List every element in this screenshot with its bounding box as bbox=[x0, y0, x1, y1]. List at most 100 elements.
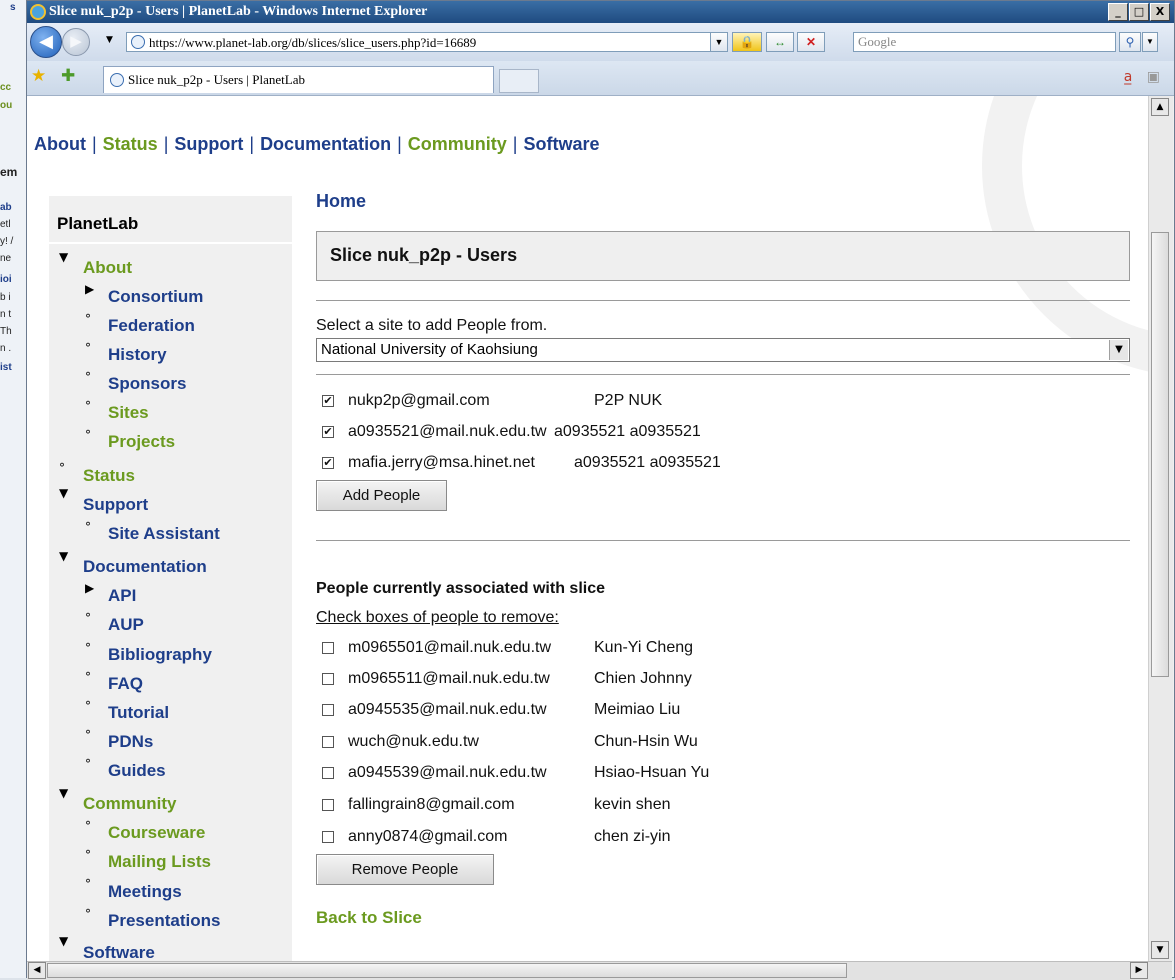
maximize-button[interactable]: □ bbox=[1129, 3, 1149, 21]
divider bbox=[316, 374, 1130, 375]
lock-icon[interactable]: 🔒 bbox=[732, 32, 762, 52]
bullet-icon: ° bbox=[85, 699, 91, 713]
add-person-checkbox[interactable]: ✔ bbox=[322, 426, 334, 438]
bg-fragment: em bbox=[0, 165, 18, 179]
add-person-checkbox[interactable]: ✔ bbox=[322, 457, 334, 469]
breadcrumb-home[interactable]: Home bbox=[316, 191, 366, 212]
new-tab-button[interactable] bbox=[499, 69, 539, 93]
sidebar-item-mailing-lists[interactable]: Mailing Lists bbox=[108, 852, 211, 872]
scrollbar-thumb[interactable] bbox=[1151, 232, 1169, 677]
address-dropdown-icon[interactable]: ▼ bbox=[710, 32, 728, 52]
add-people-button[interactable]: Add People bbox=[316, 480, 447, 511]
search-input[interactable]: Google bbox=[853, 32, 1116, 52]
history-dropdown-icon[interactable]: ▼ bbox=[106, 35, 113, 45]
remove-person-checkbox[interactable] bbox=[322, 799, 334, 811]
address-url: https://www.planet-lab.org/db/slices/sli… bbox=[149, 35, 477, 50]
sidebar-item-api[interactable]: API bbox=[108, 586, 136, 606]
scroll-right-icon[interactable]: ▶ bbox=[1130, 962, 1148, 979]
sidebar-item-presentations[interactable]: Presentations bbox=[108, 911, 220, 931]
add-favorite-icon[interactable]: ✚ bbox=[61, 66, 75, 86]
translate-icon[interactable]: a̲ bbox=[1124, 69, 1133, 85]
bullet-icon: ° bbox=[85, 520, 91, 534]
sidebar-item-meetings[interactable]: Meetings bbox=[108, 882, 182, 902]
sidebar-item-tutorial[interactable]: Tutorial bbox=[108, 703, 169, 723]
scroll-down-icon[interactable]: ▼ bbox=[1151, 941, 1169, 959]
refresh-icon[interactable]: ↔ bbox=[766, 32, 794, 52]
sidebar-item-software[interactable]: Software bbox=[83, 943, 155, 961]
remove-person-checkbox[interactable] bbox=[322, 831, 334, 843]
forward-arrow-icon[interactable]: ▶ bbox=[62, 28, 90, 56]
separator: | bbox=[249, 134, 255, 154]
bullet-icon: ° bbox=[85, 370, 91, 384]
remove-person-checkbox[interactable] bbox=[322, 736, 334, 748]
sidebar-item-about[interactable]: About bbox=[83, 258, 132, 278]
separator: | bbox=[397, 134, 402, 154]
title-bar: Slice nuk_p2p - Users | PlanetLab - Wind… bbox=[27, 1, 1174, 23]
sidebar-item-faq[interactable]: FAQ bbox=[108, 674, 143, 694]
person-name: Kun-Yi Cheng bbox=[594, 639, 694, 656]
topnav-about[interactable]: About bbox=[34, 134, 86, 154]
bullet-icon: ° bbox=[85, 611, 91, 625]
remove-person-checkbox[interactable] bbox=[322, 767, 334, 779]
tab-current[interactable]: Slice nuk_p2p - Users | PlanetLab bbox=[103, 66, 494, 93]
bg-fragment: ab bbox=[0, 202, 12, 213]
scrollbar-thumb[interactable] bbox=[47, 963, 847, 978]
bullet-icon: ° bbox=[85, 641, 91, 655]
address-input[interactable]: https://www.planet-lab.org/db/slices/sli… bbox=[126, 32, 712, 52]
sidebar-item-projects[interactable]: Projects bbox=[108, 432, 175, 452]
sidebar-item-consortium[interactable]: Consortium bbox=[108, 287, 203, 307]
topnav-documentation[interactable]: Documentation bbox=[260, 134, 391, 154]
bg-fragment: ou bbox=[0, 100, 13, 111]
sidebar-item-federation[interactable]: Federation bbox=[108, 316, 195, 336]
sidebar-item-history[interactable]: History bbox=[108, 345, 167, 365]
vertical-scrollbar[interactable]: ▲ ▼ bbox=[1148, 96, 1173, 961]
feeds-icon[interactable]: ▣ bbox=[1147, 69, 1160, 85]
bg-fragment: y! / bbox=[0, 236, 14, 247]
remove-people-button[interactable]: Remove People bbox=[316, 854, 494, 885]
sidebar-item-site-assistant[interactable]: Site Assistant bbox=[108, 524, 220, 544]
sidebar-item-courseware[interactable]: Courseware bbox=[108, 823, 205, 843]
back-arrow-icon[interactable]: ◀ bbox=[30, 26, 62, 58]
topnav-support[interactable]: Support bbox=[174, 134, 243, 154]
separator: | bbox=[163, 134, 169, 154]
scroll-left-icon[interactable]: ◀ bbox=[28, 962, 46, 979]
sidebar-item-community[interactable]: Community bbox=[83, 794, 177, 814]
sidebar-item-guides[interactable]: Guides bbox=[108, 761, 166, 781]
stop-icon[interactable]: ✕ bbox=[797, 32, 825, 52]
bullet-icon: ° bbox=[85, 907, 91, 921]
scroll-up-icon[interactable]: ▲ bbox=[1151, 98, 1169, 116]
minimize-button[interactable]: _ bbox=[1108, 3, 1128, 21]
back-to-slice-link[interactable]: Back to Slice bbox=[316, 908, 422, 928]
favorites-star-icon[interactable]: ★ bbox=[31, 66, 46, 86]
horizontal-scrollbar[interactable]: ◀ ▶ bbox=[27, 961, 1172, 980]
sidebar-title: PlanetLab bbox=[57, 214, 139, 233]
person-name: Chun-Hsin Wu bbox=[594, 733, 698, 750]
topnav-software[interactable]: Software bbox=[523, 134, 599, 154]
person-email: a0935521@mail.nuk.edu.tw bbox=[348, 423, 547, 440]
sidebar-item-status[interactable]: Status bbox=[83, 466, 135, 486]
close-button[interactable]: X bbox=[1150, 3, 1170, 21]
topnav-community[interactable]: Community bbox=[408, 134, 507, 154]
person-name: a0935521 a0935521 bbox=[554, 423, 701, 440]
remove-person-checkbox[interactable] bbox=[322, 704, 334, 716]
background-window: s cc ou em ab etl y! / ne ioi b i n t Th… bbox=[0, 0, 27, 978]
page-title-box: Slice nuk_p2p - Users bbox=[316, 231, 1130, 281]
sidebar-item-sponsors[interactable]: Sponsors bbox=[108, 374, 186, 394]
search-icon[interactable]: ⚲ bbox=[1119, 32, 1141, 52]
sidebar-item-support[interactable]: Support bbox=[83, 495, 148, 515]
topnav-status[interactable]: Status bbox=[103, 134, 158, 154]
sidebar-item-documentation[interactable]: Documentation bbox=[83, 557, 207, 577]
sidebar-item-bibliography[interactable]: Bibliography bbox=[108, 645, 212, 665]
page-content: About | Status | Support | Documentation | Commu… bbox=[27, 96, 1148, 961]
site-select[interactable]: National University of Kaohsiung ▼ bbox=[316, 338, 1130, 362]
sidebar-item-aup[interactable]: AUP bbox=[108, 615, 144, 635]
add-person-checkbox[interactable]: ✔ bbox=[322, 395, 334, 407]
sidebar-item-pdns[interactable]: PDNs bbox=[108, 732, 153, 752]
search-options-icon[interactable]: ▼ bbox=[1142, 32, 1158, 52]
remove-person-checkbox[interactable] bbox=[322, 673, 334, 685]
sidebar-item-sites[interactable]: Sites bbox=[108, 403, 149, 423]
bullet-icon: ° bbox=[85, 819, 91, 833]
separator: | bbox=[91, 134, 97, 154]
remove-person-checkbox[interactable] bbox=[322, 642, 334, 654]
bullet-icon: ° bbox=[85, 341, 91, 355]
